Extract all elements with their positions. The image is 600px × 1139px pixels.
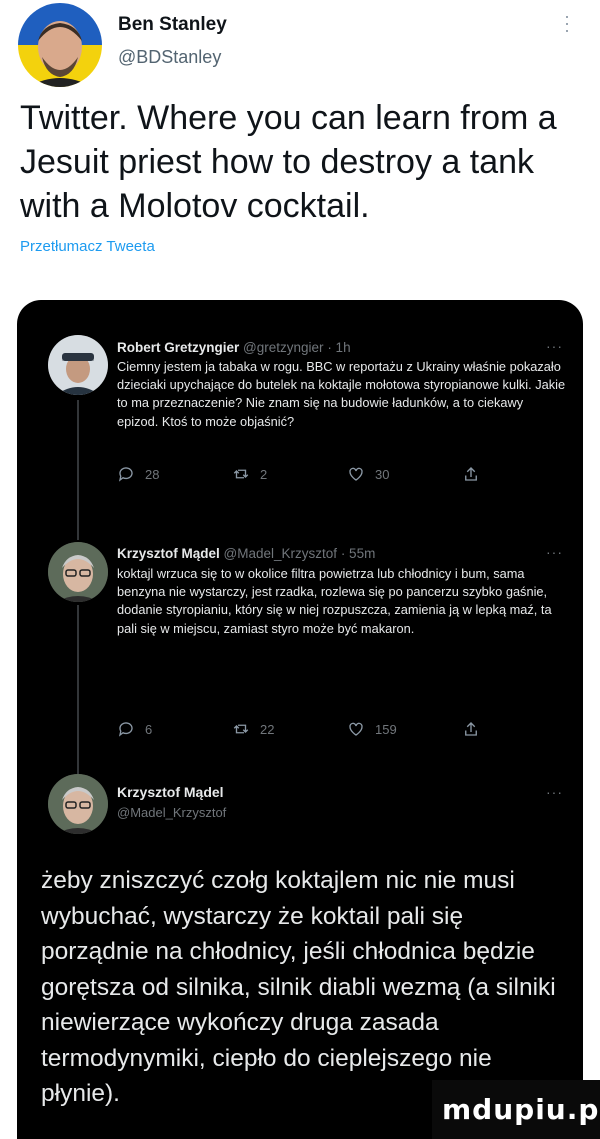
timestamp[interactable]: · 55m [341, 546, 376, 561]
timestamp[interactable]: · 1h [327, 340, 350, 355]
reply-count: 6 [145, 721, 153, 737]
retweet-count: 22 [260, 721, 275, 737]
author-handle[interactable]: @gretzyngier [243, 340, 324, 355]
avatar[interactable] [18, 3, 102, 87]
action-bar: 28 2 30 [117, 465, 537, 487]
more-vertical-icon[interactable]: ··· [558, 14, 578, 35]
heart-icon [349, 722, 363, 736]
share-icon [465, 722, 477, 736]
action-bar: 6 22 159 [117, 720, 537, 742]
like-button[interactable]: 30 [347, 465, 389, 483]
tweet-text: żeby zniszczyć czołg koktajlem nic nie m… [41, 867, 556, 1107]
retweet-icon [233, 724, 249, 734]
tweet-header: Krzysztof Mądel @Madel_Krzysztof · 55m [117, 546, 375, 561]
heart-icon [349, 467, 363, 481]
author-name[interactable]: Ben Stanley [118, 14, 227, 36]
author-name[interactable]: Krzysztof Mądel [117, 546, 220, 561]
avatar[interactable] [48, 774, 108, 834]
like-button[interactable]: 159 [347, 720, 397, 738]
thread-line [77, 605, 79, 785]
avatar[interactable] [48, 542, 108, 602]
author-handle[interactable]: @BDStanley [118, 47, 221, 68]
share-icon [465, 467, 477, 481]
like-count: 30 [375, 466, 390, 482]
outer-tweet: Ben Stanley @BDStanley ··· Twitter. Wher… [0, 0, 600, 300]
retweet-count: 2 [260, 466, 268, 482]
more-icon[interactable]: ··· [546, 338, 563, 354]
share-button[interactable] [462, 720, 480, 738]
more-icon[interactable]: ··· [546, 784, 563, 800]
reply-button[interactable]: 28 [117, 465, 159, 483]
tweet-header: Robert Gretzyngier @gretzyngier · 1h [117, 340, 351, 355]
retweet-icon [233, 469, 249, 479]
avatar[interactable] [48, 335, 108, 395]
embedded-screenshot: Robert Gretzyngier @gretzyngier · 1h ···… [17, 300, 583, 1139]
more-icon[interactable]: ··· [546, 544, 563, 560]
watermark-text: mdupiu.pl [442, 1093, 600, 1126]
like-count: 159 [375, 721, 397, 737]
reply-count: 28 [145, 466, 160, 482]
share-button[interactable] [462, 465, 480, 483]
author-handle[interactable]: @Madel_Krzysztof [117, 805, 226, 820]
tweet-text: Ciemny jestem ja tabaka w rogu. BBC w re… [117, 359, 566, 429]
retweet-button[interactable]: 2 [232, 465, 267, 483]
retweet-button[interactable]: 22 [232, 720, 274, 738]
reply-icon [118, 722, 133, 737]
watermark: mdupiu.pl [432, 1080, 600, 1139]
reply-button[interactable]: 6 [117, 720, 152, 738]
tweet-text: Twitter. Where you can learn from a Jesu… [20, 99, 557, 225]
author-name[interactable]: Krzysztof Mądel [117, 784, 224, 800]
author-name[interactable]: Robert Gretzyngier [117, 340, 239, 355]
reply-icon [118, 467, 133, 482]
tweet-text: koktajl wrzuca się to w okolice filtra p… [117, 566, 552, 636]
author-handle[interactable]: @Madel_Krzysztof [224, 546, 338, 561]
thread-line [77, 400, 79, 540]
translate-link[interactable]: Przetłumacz Tweeta [20, 238, 155, 255]
